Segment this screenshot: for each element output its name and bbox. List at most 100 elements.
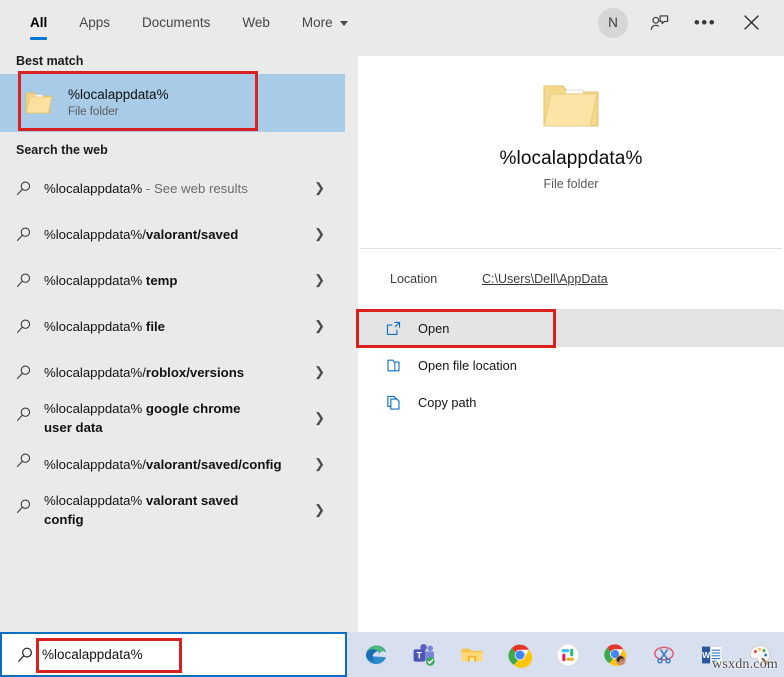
folder-icon [22, 87, 54, 119]
account-button[interactable]: N [590, 0, 636, 45]
action-open-file-location[interactable]: Open file location [358, 347, 784, 384]
chrome-profile-icon[interactable] [592, 632, 640, 677]
chevron-right-icon: ❯ [314, 364, 325, 380]
tab-web[interactable]: Web [226, 0, 286, 45]
window-controls: N ••• [590, 0, 774, 45]
list-item[interactable]: %localappdata% google chrome user data ❯ [0, 395, 345, 441]
result-bold: file [146, 319, 165, 334]
list-item[interactable]: %localappdata% file ❯ [0, 303, 345, 349]
location-row: Location C:\Users\Dell\AppData [358, 249, 784, 309]
preview-panel: %localappdata% File folder Location C:\U… [358, 56, 784, 632]
location-label: Location [390, 272, 482, 286]
microsoft-word-icon[interactable]: W [688, 632, 736, 677]
best-match-subtitle: File folder [68, 104, 169, 120]
search-icon [8, 646, 42, 664]
action-copy-path[interactable]: Copy path [358, 384, 784, 421]
search-flyout: All Apps Documents Web More N [0, 0, 784, 632]
list-item[interactable]: %localappdata%/valorant/saved ❯ [0, 211, 345, 257]
result-bold: temp [146, 273, 178, 288]
avatar: N [598, 8, 628, 38]
action-copy-path-label: Copy path [418, 395, 476, 410]
chevron-right-icon: ❯ [314, 456, 325, 472]
list-item[interactable]: %localappdata% - See web results ❯ [0, 165, 345, 211]
list-item-label: %localappdata% file [44, 317, 270, 336]
action-open-file-location-label: Open file location [418, 358, 517, 373]
result-bold: valorant/saved/config [146, 457, 282, 472]
snipping-tool-icon[interactable] [640, 632, 688, 677]
search-tab-bar: All Apps Documents Web More N [0, 0, 784, 45]
slack-icon[interactable] [544, 632, 592, 677]
preview-header: %localappdata% File folder [358, 56, 784, 248]
tab-apps-label: Apps [79, 15, 110, 30]
search-icon [12, 226, 34, 243]
best-match-heading: Best match [0, 45, 345, 74]
preview-title: %localappdata% [358, 148, 784, 170]
list-item[interactable]: %localappdata% valorant saved config ❯ [0, 487, 345, 533]
person-feedback-icon [648, 12, 670, 34]
list-item-label: %localappdata% - See web results [44, 179, 270, 198]
chevron-right-icon: ❯ [314, 180, 325, 196]
list-item-label: %localappdata%/roblox/versions [44, 363, 270, 382]
list-item[interactable]: %localappdata%/valorant/saved/config ❯ [0, 441, 345, 487]
copy-icon [382, 394, 404, 411]
result-bold: valorant/saved [146, 227, 238, 242]
tab-all[interactable]: All [18, 0, 63, 45]
taskbar-search-box[interactable]: %localappdata% [0, 632, 347, 677]
tab-documents[interactable]: Documents [126, 0, 226, 45]
tab-more-label: More [302, 15, 333, 30]
svg-text:T: T [417, 650, 423, 660]
microsoft-edge-icon[interactable] [352, 632, 400, 677]
microsoft-teams-icon[interactable]: T [400, 632, 448, 677]
list-item-label: %localappdata% temp [44, 271, 270, 290]
tab-all-label: All [30, 15, 47, 30]
google-chrome-icon[interactable] [496, 632, 544, 677]
result-prefix: %localappdata%/ [44, 227, 146, 242]
action-list: Open Open file location [358, 310, 784, 421]
result-prefix: %localappdata%/ [44, 365, 146, 380]
list-item-label: %localappdata%/valorant/saved [44, 225, 270, 244]
tab-web-label: Web [242, 15, 270, 30]
list-item-label: %localappdata% google chrome user data [44, 399, 270, 437]
search-icon [12, 272, 34, 289]
best-match-result[interactable]: %localappdata% File folder [0, 74, 345, 132]
action-open-label: Open [418, 321, 449, 336]
chevron-right-icon: ❯ [314, 226, 325, 242]
file-explorer-icon[interactable] [448, 632, 496, 677]
result-prefix: %localappdata% [44, 273, 146, 288]
close-icon [743, 14, 760, 31]
taskbar-app-icons: T [352, 632, 784, 677]
list-item[interactable]: %localappdata% temp ❯ [0, 257, 345, 303]
tab-list: All Apps Documents Web More [18, 0, 364, 45]
chevron-right-icon: ❯ [314, 272, 325, 288]
results-panel: Best match %lo [0, 45, 345, 632]
more-options-button[interactable]: ••• [682, 0, 728, 45]
folder-open-location-icon [382, 357, 404, 374]
open-external-icon [382, 320, 404, 337]
list-item-label: %localappdata% valorant saved config [44, 491, 270, 529]
result-prefix: %localappdata% [44, 319, 146, 334]
result-prefix: %localappdata%/ [44, 457, 146, 472]
chevron-right-icon: ❯ [314, 410, 325, 426]
avatar-initial: N [608, 15, 618, 30]
list-item[interactable]: %localappdata%/roblox/versions ❯ [0, 349, 345, 395]
ellipsis-icon: ••• [694, 19, 716, 27]
close-button[interactable] [728, 0, 774, 45]
open-folder-icon [539, 78, 603, 134]
result-bold: roblox/versions [146, 365, 244, 380]
feedback-button[interactable] [636, 0, 682, 45]
best-match-title: %localappdata% [68, 86, 169, 103]
search-icon [12, 180, 34, 197]
result-suffix: - See web results [142, 181, 248, 196]
preview-subtitle: File folder [358, 177, 784, 191]
result-prefix: %localappdata% [44, 493, 146, 508]
chevron-right-icon: ❯ [314, 502, 325, 518]
search-input-value[interactable]: %localappdata% [42, 647, 143, 662]
search-icon [12, 318, 34, 335]
paint-icon[interactable] [736, 632, 784, 677]
tab-apps[interactable]: Apps [63, 0, 126, 45]
taskbar: %localappdata% T [0, 632, 784, 677]
action-open[interactable]: Open [358, 310, 784, 347]
search-icon [12, 498, 34, 515]
location-value-link[interactable]: C:\Users\Dell\AppData [482, 272, 608, 286]
tab-more[interactable]: More [286, 0, 364, 45]
